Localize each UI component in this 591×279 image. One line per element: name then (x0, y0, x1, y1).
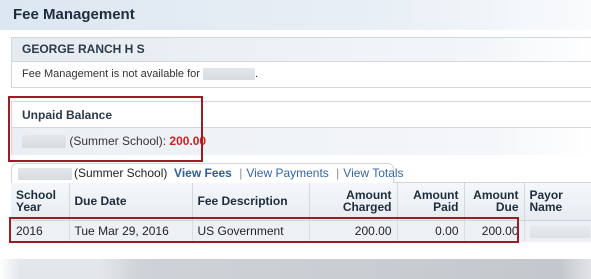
fees-table: School Year Due Date Fee Description Amo… (11, 183, 591, 242)
redacted-student-name (22, 135, 66, 149)
tab-term-label: (Summer School) (74, 166, 168, 180)
col-header-school-year[interactable]: School Year (11, 183, 69, 221)
tab-separator: | (239, 166, 243, 180)
tab-separator: | (336, 166, 340, 180)
unpaid-balance-title: Unpaid Balance (12, 102, 591, 128)
view-payments-link[interactable]: View Payments (246, 166, 328, 180)
redacted-student-name (203, 68, 255, 81)
page-title: Fee Management (0, 0, 591, 30)
availability-message-end: . (255, 68, 259, 80)
view-totals-link[interactable]: View Totals (343, 166, 403, 180)
unpaid-balance-row: (Summer School): 200.00 (12, 128, 591, 155)
redacted-student-name (18, 167, 72, 180)
table-row[interactable]: 2016 Tue Mar 29, 2016 US Government 200.… (11, 220, 591, 242)
availability-message: Fee Management is not available for . (12, 62, 591, 88)
cell-payor-name (523, 220, 591, 242)
col-header-due-date[interactable]: Due Date (68, 183, 192, 221)
cell-amount-due: 200.00 (463, 220, 524, 242)
cell-due-date: Tue Mar 29, 2016 (68, 220, 192, 242)
unpaid-amount: 200.00 (169, 134, 207, 148)
bottom-blur-bar (0, 259, 591, 279)
col-header-amount-paid[interactable]: Amount Paid (396, 183, 464, 221)
unpaid-term-label: (Summer School): (69, 134, 167, 148)
cell-amount-paid: 0.00 (396, 220, 464, 242)
school-panel: GEORGE RANCH H S Fee Management is not a… (11, 37, 591, 88)
col-header-payor-name[interactable]: Payor Name (523, 183, 591, 221)
unpaid-balance-panel: Unpaid Balance (Summer School): 200.00 (11, 101, 591, 155)
col-header-fee-description[interactable]: Fee Description (191, 183, 309, 221)
col-header-amount-due[interactable]: Amount Due (463, 183, 524, 221)
redacted-payor-name (529, 226, 590, 239)
col-header-amount-charged[interactable]: Amount Charged (308, 183, 397, 221)
school-name: GEORGE RANCH H S (12, 38, 591, 62)
fee-tab-bar: (Summer School) View Fees | View Payments… (11, 163, 591, 183)
fee-tab: (Summer School) View Fees | View Payments… (11, 163, 404, 183)
table-header-row: School Year Due Date Fee Description Amo… (11, 183, 591, 221)
availability-message-text: Fee Management is not available for (22, 68, 200, 80)
cell-amount-charged: 200.00 (308, 220, 397, 242)
cell-school-year: 2016 (11, 220, 69, 242)
cell-fee-description: US Government (191, 220, 309, 242)
view-fees-link[interactable]: View Fees (174, 166, 232, 180)
